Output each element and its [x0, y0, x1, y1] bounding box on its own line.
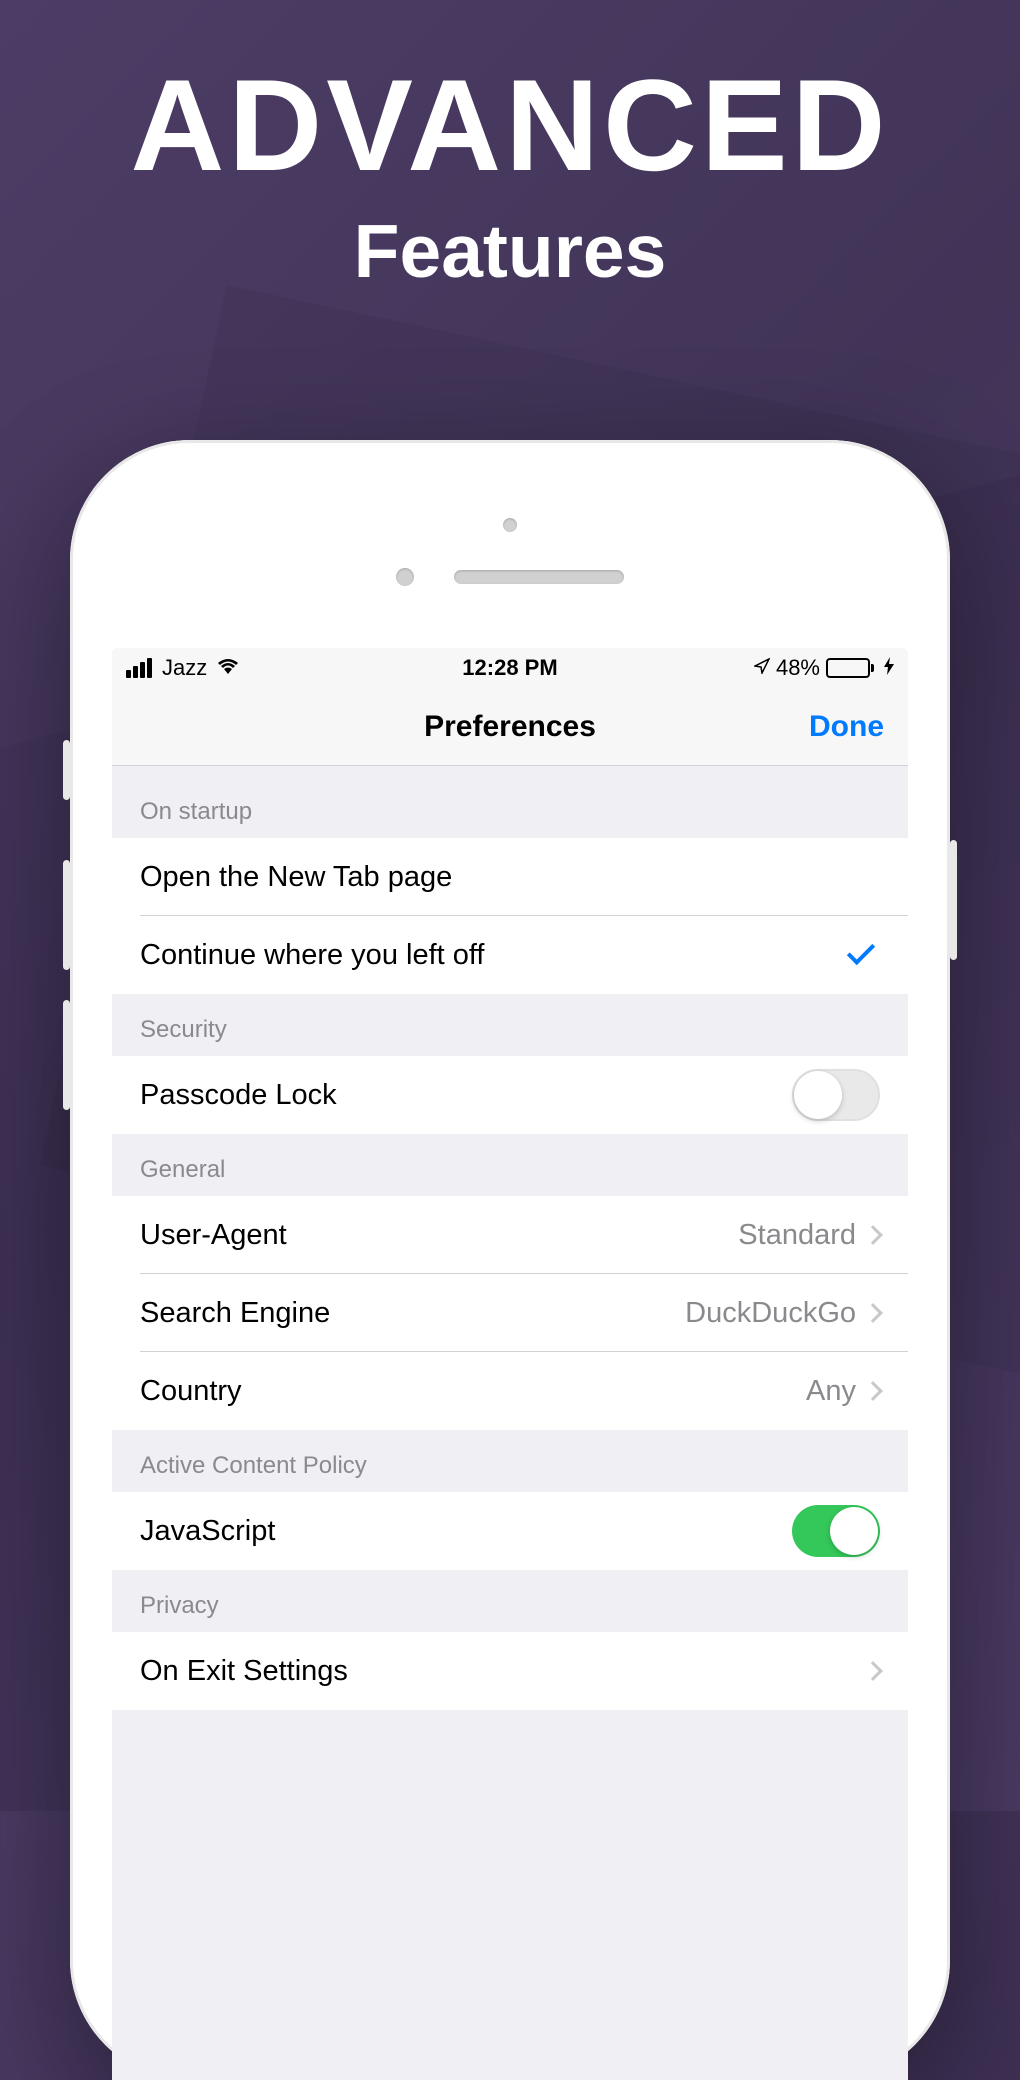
status-bar: Jazz 12:28 PM 48%: [112, 648, 908, 688]
camera-icon: [503, 518, 517, 532]
location-icon: [754, 658, 770, 679]
clock-label: 12:28 PM: [462, 655, 557, 681]
startup-option-new-tab[interactable]: Open the New Tab page: [112, 838, 908, 916]
chevron-right-icon: [863, 1225, 883, 1245]
section-header-startup: On startup: [112, 766, 908, 838]
wifi-icon: [217, 657, 239, 680]
done-button[interactable]: Done: [809, 710, 884, 744]
javascript-row[interactable]: JavaScript: [112, 1492, 908, 1570]
row-value-text: Standard: [738, 1219, 856, 1252]
javascript-toggle[interactable]: [792, 1505, 880, 1557]
signal-icon: [126, 658, 152, 678]
search-engine-row[interactable]: Search Engine DuckDuckGo: [112, 1274, 908, 1352]
chevron-right-icon: [863, 1303, 883, 1323]
section-header-security: Security: [112, 994, 908, 1056]
phone-sensors: [70, 518, 950, 586]
hero-title: ADVANCED: [0, 60, 1020, 190]
row-label: Passcode Lock: [140, 1079, 337, 1112]
startup-option-continue[interactable]: Continue where you left off: [112, 916, 908, 994]
row-label: Continue where you left off: [140, 939, 484, 972]
power-button: [950, 840, 957, 960]
country-row[interactable]: Country Any: [112, 1352, 908, 1430]
row-label: Search Engine: [140, 1297, 330, 1330]
hero-subtitle: Features: [0, 208, 1020, 294]
section-header-content-policy: Active Content Policy: [112, 1430, 908, 1492]
section-header-general: General: [112, 1134, 908, 1196]
chevron-right-icon: [863, 1381, 883, 1401]
carrier-label: Jazz: [162, 655, 207, 681]
speaker-grill-icon: [454, 570, 624, 584]
passcode-toggle[interactable]: [792, 1069, 880, 1121]
row-value-text: Any: [806, 1375, 856, 1408]
navigation-bar: Preferences Done: [112, 688, 908, 766]
charging-icon: [884, 657, 894, 680]
hero-banner: ADVANCED Features: [0, 0, 1020, 294]
phone-screen: Jazz 12:28 PM 48% Pre: [112, 648, 908, 2080]
battery-icon: [826, 658, 874, 678]
on-exit-settings-row[interactable]: On Exit Settings: [112, 1632, 908, 1710]
volume-down-button: [63, 1000, 70, 1110]
page-title: Preferences: [424, 710, 596, 744]
row-label: Country: [140, 1375, 242, 1408]
row-value-text: DuckDuckGo: [685, 1297, 856, 1330]
passcode-lock-row[interactable]: Passcode Lock: [112, 1056, 908, 1134]
row-label: JavaScript: [140, 1515, 275, 1548]
mute-switch: [63, 740, 70, 800]
row-label: Open the New Tab page: [140, 861, 452, 894]
proximity-sensor-icon: [396, 568, 414, 586]
section-header-privacy: Privacy: [112, 1570, 908, 1632]
battery-percent-label: 48%: [776, 655, 820, 681]
user-agent-row[interactable]: User-Agent Standard: [112, 1196, 908, 1274]
phone-mockup: Jazz 12:28 PM 48% Pre: [70, 440, 950, 2080]
row-label: User-Agent: [140, 1219, 287, 1252]
checkmark-icon: [847, 937, 875, 965]
volume-up-button: [63, 860, 70, 970]
chevron-right-icon: [863, 1661, 883, 1681]
row-label: On Exit Settings: [140, 1655, 348, 1688]
